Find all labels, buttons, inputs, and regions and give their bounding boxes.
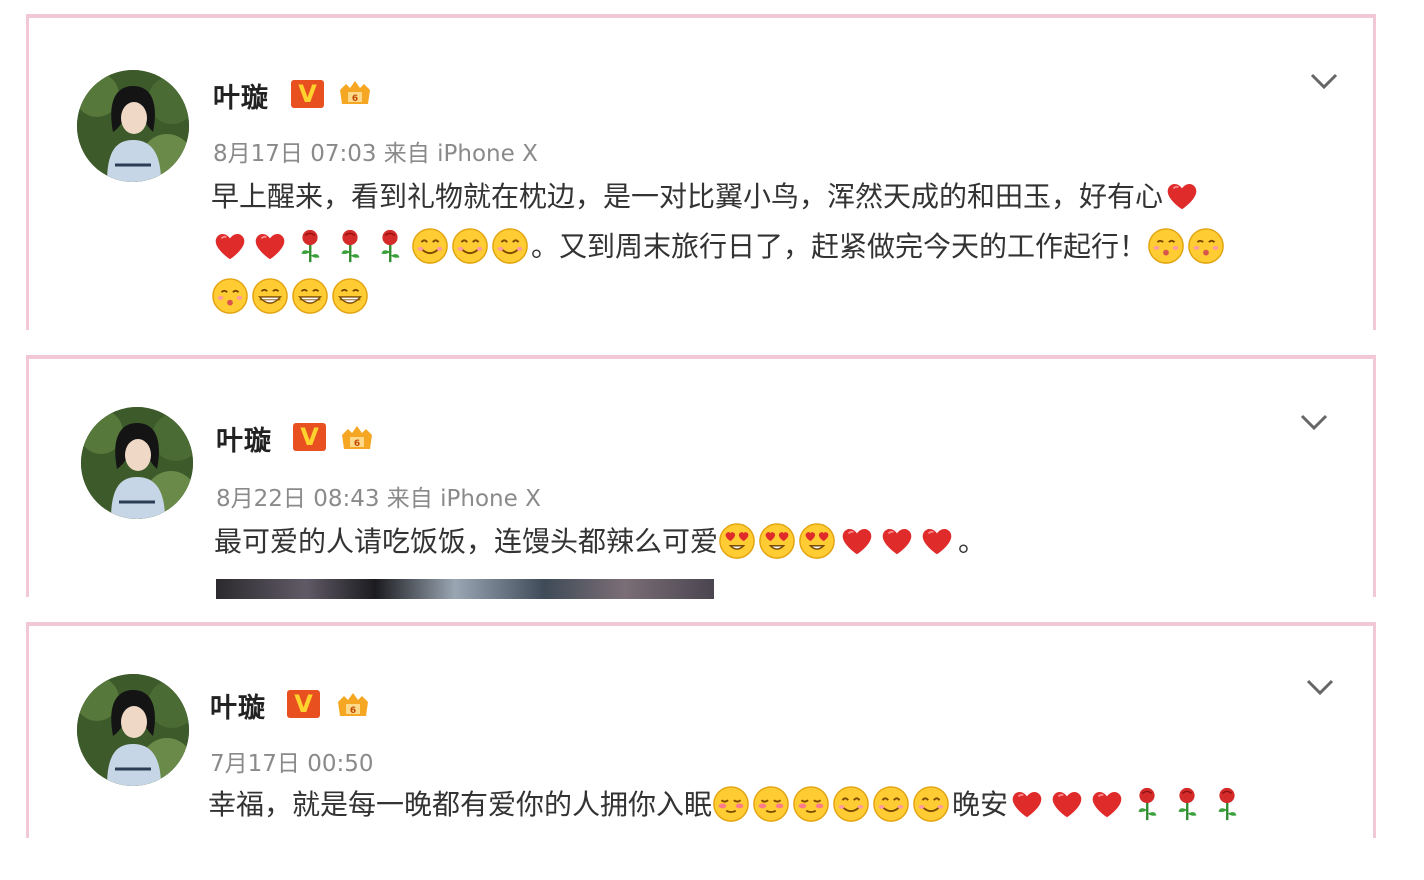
post-text: 早上醒来，看到礼物就在枕边，是一对比翼小鸟，浑然天成的和田玉，好有心 [211, 172, 1203, 222]
username[interactable]: 叶璇 [210, 686, 266, 725]
chevron-down-icon[interactable] [1309, 72, 1339, 90]
verified-badge-icon: V [287, 690, 320, 718]
heart-emoji-icon [878, 522, 916, 560]
blush-emoji-icon [752, 785, 790, 823]
avatar[interactable] [77, 70, 189, 182]
post-text-line: 幸福，就是每一晚都有爱你的人拥你入眠 [208, 788, 713, 821]
post-meta: 8月17日 07:03 来自 iPhone X [213, 141, 538, 167]
heart-emoji-icon [1048, 785, 1086, 823]
smile-emoji-icon [832, 785, 870, 823]
heart-eyes-emoji-icon [798, 522, 836, 560]
post-card: 叶璇 V 8月22日 08:43 来自 iPhone X 最可爱的人请吃饭饭，连… [26, 355, 1376, 599]
blush-emoji-icon [712, 785, 750, 823]
verified-badge-icon: V [293, 423, 326, 451]
kiss-emoji-icon [1147, 227, 1185, 265]
post-text-line: 最可爱的人请吃饭饭，连馒头都辣么可爱 [214, 525, 719, 558]
grin-emoji-icon [251, 277, 289, 315]
heart-emoji-icon [1088, 785, 1126, 823]
vip-member-icon [336, 78, 374, 108]
grin-emoji-icon [291, 277, 329, 315]
smile-emoji-icon [491, 227, 529, 265]
post-card: 叶璇 V 7月17日 00:50 幸福，就是每一晚都有爱你的人拥你入眠 晚安 [26, 622, 1376, 838]
rose-emoji-icon [1168, 785, 1206, 823]
post-text-line: 早上醒来，看到礼物就在枕边，是一对比翼小鸟，浑然天成的和田玉，好有心 [211, 180, 1164, 213]
post-text [211, 272, 371, 322]
heart-eyes-emoji-icon [718, 522, 756, 560]
post-text: 最可爱的人请吃饭饭，连馒头都辣么可爱 。 [214, 517, 986, 567]
username[interactable]: 叶璇 [213, 76, 269, 115]
heart-emoji-icon [251, 227, 289, 265]
vip-member-icon [338, 423, 376, 453]
rose-emoji-icon [291, 227, 329, 265]
avatar[interactable] [81, 407, 193, 519]
heart-emoji-icon [838, 522, 876, 560]
smile-emoji-icon [872, 785, 910, 823]
smile-emoji-icon [451, 227, 489, 265]
blush-emoji-icon [792, 785, 830, 823]
avatar[interactable] [77, 674, 189, 786]
rose-emoji-icon [1128, 785, 1166, 823]
post-text: 幸福，就是每一晚都有爱你的人拥你入眠 晚安 [208, 780, 1248, 830]
kiss-emoji-icon [1187, 227, 1225, 265]
chevron-down-icon[interactable] [1299, 413, 1329, 431]
post-card: 叶璇 V 8月17日 07:03 来自 iPhone X 早上醒来，看到礼物就在… [26, 14, 1376, 330]
post-text-line: 。又到周末旅行日了，赶紧做完今天的工作起行！ [531, 230, 1148, 263]
chevron-down-icon[interactable] [1305, 678, 1335, 696]
post-meta: 7月17日 00:50 [210, 751, 374, 777]
heart-emoji-icon [1163, 177, 1201, 215]
smile-emoji-icon [411, 227, 449, 265]
post-text: 。又到周末旅行日了，赶紧做完今天的工作起行！ [211, 222, 1227, 272]
heart-emoji-icon [1008, 785, 1046, 823]
post-text-line: 晚安 [952, 788, 1009, 821]
smile-emoji-icon [912, 785, 950, 823]
kiss-emoji-icon [211, 277, 249, 315]
vip-member-icon [334, 690, 372, 720]
heart-eyes-emoji-icon [758, 522, 796, 560]
post-meta: 8月22日 08:43 来自 iPhone X [216, 486, 541, 512]
grin-emoji-icon [331, 277, 369, 315]
post-image[interactable] [216, 579, 714, 599]
rose-emoji-icon [331, 227, 369, 265]
username[interactable]: 叶璇 [216, 419, 272, 458]
post-text-end: 。 [958, 525, 987, 558]
heart-emoji-icon [211, 227, 249, 265]
rose-emoji-icon [371, 227, 409, 265]
rose-emoji-icon [1208, 785, 1246, 823]
heart-emoji-icon [918, 522, 956, 560]
verified-badge-icon: V [291, 80, 324, 108]
